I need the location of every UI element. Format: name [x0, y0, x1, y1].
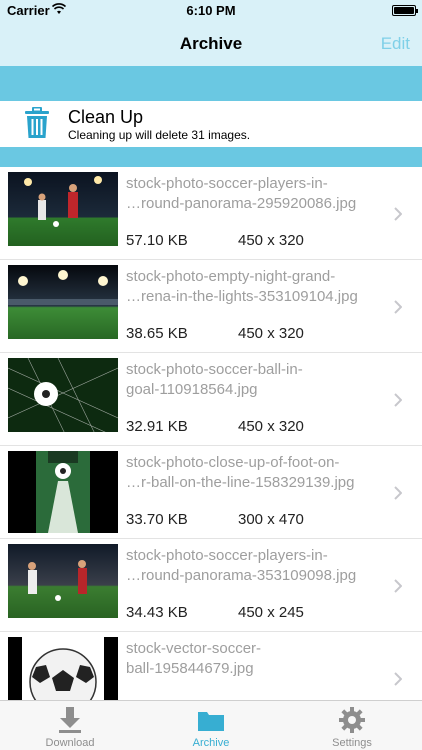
- file-name: stock-photo-soccer-ball-in- goal-1109185…: [126, 361, 303, 398]
- section-divider: [0, 147, 422, 167]
- file-name: stock-photo-soccer-players-in- …round-pa…: [126, 175, 357, 212]
- tab-label: Settings: [332, 737, 372, 749]
- file-size: 34.43 KB: [126, 604, 188, 621]
- chevron-right-icon: [394, 486, 402, 500]
- clean-up-subtitle: Cleaning up will delete 31 images.: [68, 128, 251, 142]
- image-thumbnail: [8, 265, 118, 347]
- trash-icon: [25, 107, 49, 138]
- page-title: Archive: [179, 34, 243, 53]
- image-thumbnail: [8, 451, 118, 533]
- clean-up-button[interactable]: Clean Up Cleaning up will delete 31 imag…: [0, 101, 422, 147]
- image-dimensions: 450 x 320: [238, 418, 304, 435]
- tab-bar: Download Archive Settings: [0, 700, 422, 750]
- tab-download[interactable]: Download: [0, 701, 140, 750]
- file-name: stock-photo-empty-night-grand- …rena-in-…: [126, 268, 358, 305]
- image-dimensions: 300 x 470: [238, 511, 304, 528]
- list-item[interactable]: stock-vector-soccer- ball-195844679.jpg: [0, 632, 422, 700]
- tab-label: Archive: [192, 737, 230, 749]
- image-thumbnail: [8, 544, 118, 626]
- file-name: stock-photo-close-up-of-foot-on- …r-ball…: [126, 454, 355, 491]
- chevron-right-icon: [394, 393, 402, 407]
- status-bar: Carrier 6:10 PM: [0, 0, 422, 22]
- image-thumbnail: [8, 172, 118, 254]
- gear-icon: [339, 707, 365, 733]
- file-size: 32.91 KB: [126, 418, 188, 435]
- list-item[interactable]: stock-photo-soccer-ball-in- goal-1109185…: [0, 353, 422, 446]
- battery-icon: [392, 5, 418, 16]
- tab-label: Download: [45, 737, 95, 749]
- edit-button[interactable]: Edit: [381, 34, 410, 54]
- image-dimensions: 450 x 320: [238, 325, 304, 342]
- nav-bar: Archive Edit: [0, 22, 422, 66]
- file-name: stock-vector-soccer- ball-195844679.jpg: [126, 640, 262, 677]
- section-divider: [0, 66, 422, 101]
- image-dimensions: 450 x 320: [238, 232, 304, 249]
- folder-icon: [198, 712, 224, 731]
- tab-settings[interactable]: Settings: [282, 701, 422, 750]
- chevron-right-icon: [394, 672, 402, 686]
- clean-up-title: Clean Up: [68, 107, 144, 127]
- download-icon: [59, 707, 81, 733]
- file-size: 33.70 KB: [126, 511, 188, 528]
- chevron-right-icon: [394, 579, 402, 593]
- list-item[interactable]: stock-photo-soccer-players-in- …round-pa…: [0, 539, 422, 632]
- list-item[interactable]: stock-photo-empty-night-grand- …rena-in-…: [0, 260, 422, 353]
- image-thumbnail: [8, 358, 118, 440]
- status-time: 6:10 PM: [186, 3, 236, 18]
- chevron-right-icon: [394, 207, 402, 221]
- tab-archive[interactable]: Archive: [141, 701, 281, 750]
- file-size: 38.65 KB: [126, 325, 188, 342]
- image-list: stock-photo-soccer-players-in- …round-pa…: [0, 167, 422, 700]
- chevron-right-icon: [394, 300, 402, 314]
- file-name: stock-photo-soccer-players-in- …round-pa…: [126, 547, 357, 584]
- image-dimensions: 450 x 245: [238, 604, 304, 621]
- list-item[interactable]: stock-photo-soccer-players-in- …round-pa…: [0, 167, 422, 260]
- image-thumbnail: [8, 637, 118, 700]
- file-size: 57.10 KB: [126, 232, 188, 249]
- list-item[interactable]: stock-photo-close-up-of-foot-on- …r-ball…: [0, 446, 422, 539]
